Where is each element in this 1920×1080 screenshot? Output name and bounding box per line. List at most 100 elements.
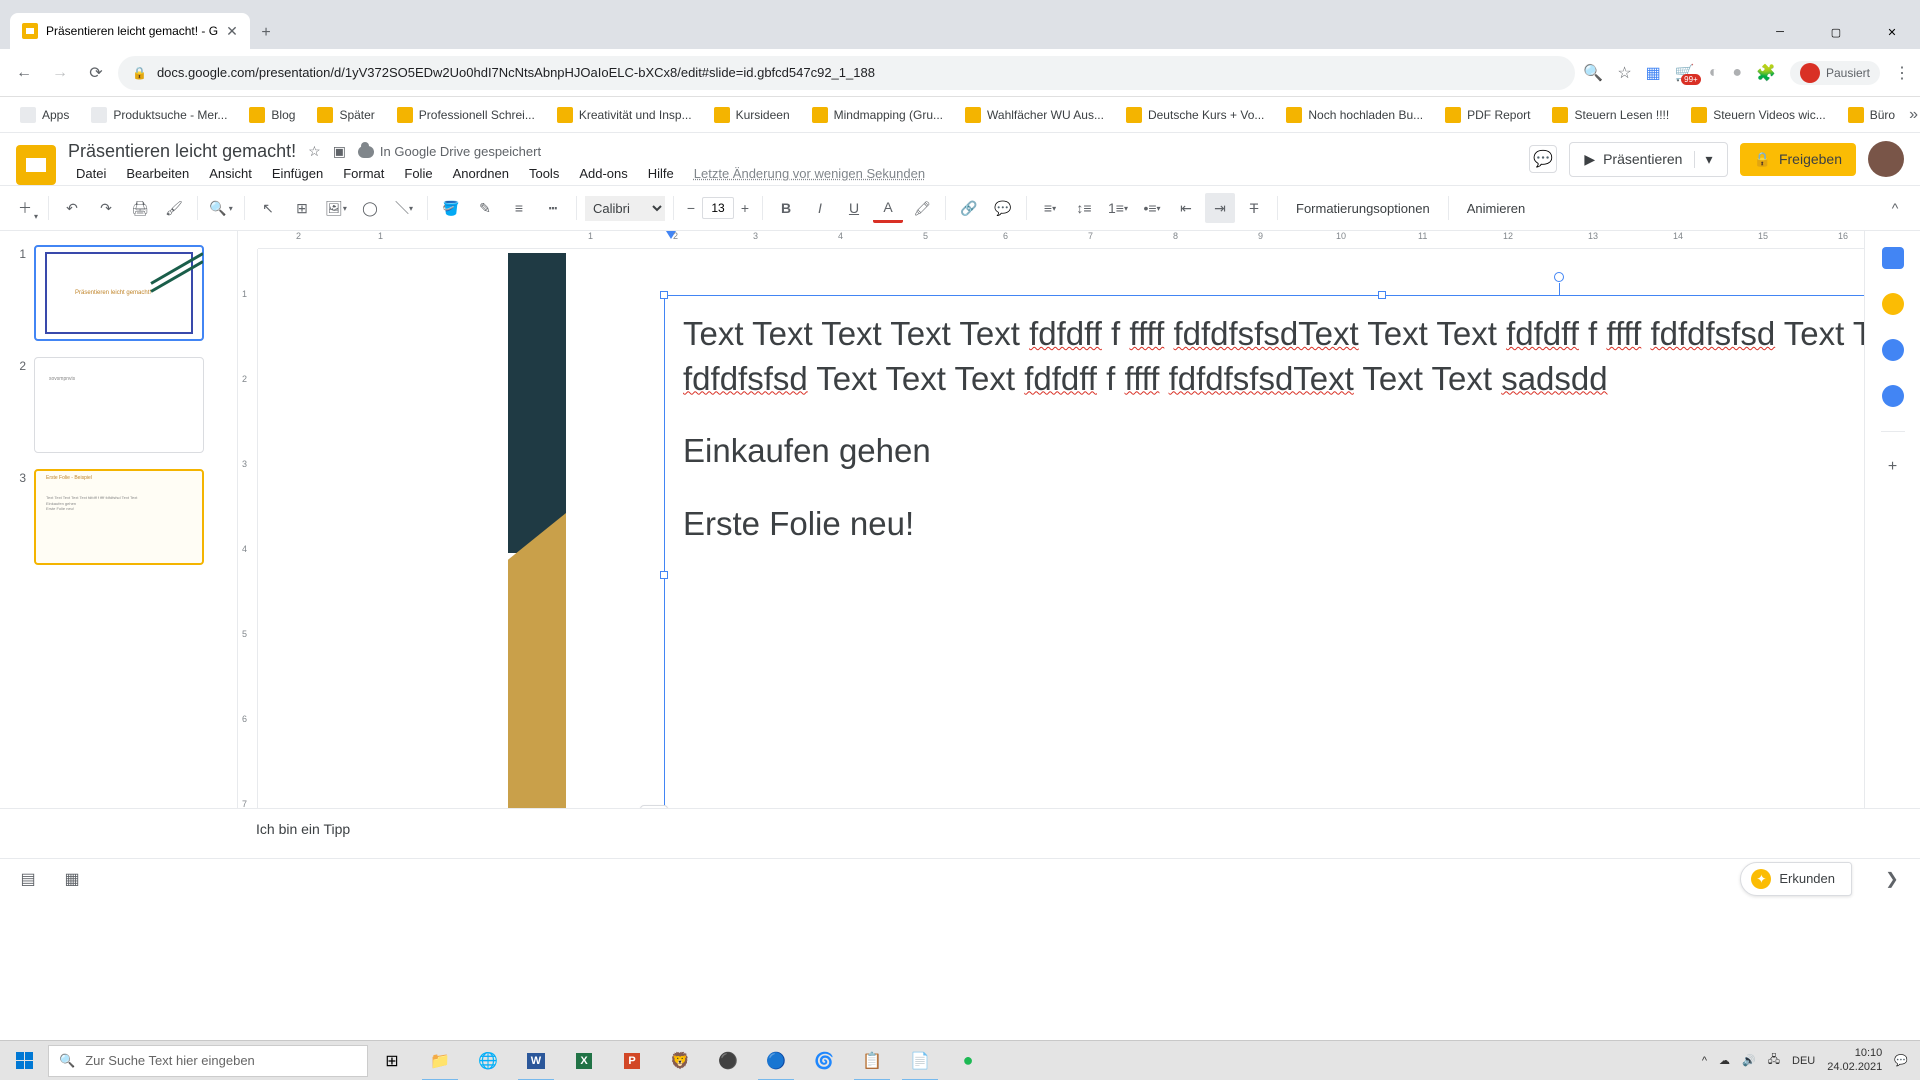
bookmark-item[interactable]: Wahlfächer WU Aus... [957,103,1112,127]
nav-back-button[interactable]: ← [10,59,38,87]
present-button[interactable]: ▶ Präsentieren ▾ [1569,142,1727,177]
slides-logo-icon[interactable] [16,145,56,185]
extension-icon[interactable]: 🛒 [1675,63,1695,83]
text-color-button[interactable]: A [873,193,903,223]
bookmark-item[interactable]: Kreativität und Insp... [549,103,700,127]
font-select[interactable]: Calibri [585,196,665,221]
move-icon[interactable]: ▣ [333,143,346,160]
brave-taskbar-icon[interactable]: 🦁 [656,1041,704,1080]
menu-anordnen[interactable]: Anordnen [445,164,517,183]
filmstrip-view-button[interactable]: ▤ [16,867,40,891]
add-addon-icon[interactable]: + [1882,456,1904,478]
extensions-menu-icon[interactable]: 🧩 [1756,63,1776,83]
profile-button[interactable]: Pausiert [1790,61,1880,85]
browser-tab[interactable]: Präsentieren leicht gemacht! - G ✕ [10,13,250,49]
menu-folie[interactable]: Folie [396,164,440,183]
task-view-button[interactable]: ⊞ [368,1041,416,1080]
resize-handle[interactable] [660,571,668,579]
window-maximize-button[interactable]: ▢ [1808,15,1864,49]
bookmark-item[interactable]: Später [309,103,382,127]
bookmark-item[interactable]: Büro [1840,103,1903,127]
bookmark-item[interactable]: Kursideen [706,103,798,127]
zoom-icon[interactable]: 🔍 [1583,63,1603,83]
font-size-input[interactable] [702,197,734,219]
tab-close-icon[interactable]: ✕ [226,23,238,40]
contacts-icon[interactable] [1882,385,1904,407]
window-close-button[interactable]: ✕ [1864,15,1920,49]
save-status[interactable]: In Google Drive gespeichert [358,144,541,159]
bold-button[interactable]: B [771,193,801,223]
bookmark-item[interactable]: Blog [241,103,303,127]
bookmark-item[interactable]: Professionell Schrei... [389,103,543,127]
language-indicator[interactable]: DEU [1792,1055,1815,1067]
taskbar-search[interactable]: 🔍 Zur Suche Text hier eingeben [48,1045,368,1077]
redo-button[interactable]: ↷ [91,193,121,223]
new-tab-button[interactable]: + [250,17,282,49]
bookmark-star-icon[interactable]: ☆ [1617,63,1631,83]
paint-format-button[interactable]: 🖌 [159,193,189,223]
format-options-button[interactable]: Formatierungsoptionen [1286,197,1440,220]
word-taskbar-icon[interactable]: W [512,1041,560,1080]
zoom-button[interactable]: 🔍▾ [206,193,236,223]
indent-increase-button[interactable]: ⇥ [1205,193,1235,223]
menu-datei[interactable]: Datei [68,164,114,183]
share-button[interactable]: 🔒 Freigeben [1740,143,1856,176]
bookmark-item[interactable]: Mindmapping (Gru... [804,103,951,127]
bookmark-item[interactable]: Noch hochladen Bu... [1278,103,1431,127]
next-button[interactable]: ❯ [1880,867,1904,891]
excel-taskbar-icon[interactable]: X [560,1041,608,1080]
grid-view-button[interactable]: ▦ [60,867,84,891]
user-avatar[interactable] [1868,141,1904,177]
onedrive-icon[interactable]: ☁ [1719,1054,1730,1067]
spotify-taskbar-icon[interactable]: ● [944,1041,992,1080]
tasks-icon[interactable] [1882,339,1904,361]
menu-hilfe[interactable]: Hilfe [640,164,682,183]
volume-icon[interactable]: 🔊 [1742,1054,1756,1067]
image-button[interactable]: 🖼▾ [321,193,351,223]
border-color-button[interactable]: ✎ [470,193,500,223]
resize-handle[interactable] [1378,291,1386,299]
rotate-handle[interactable] [1554,272,1564,282]
text-box-selected[interactable]: Text Text Text Text Text fdfdff f ffff f… [664,295,1864,808]
link-button[interactable]: 🔗 [954,193,984,223]
underline-button[interactable]: U [839,193,869,223]
select-tool-button[interactable]: ↖ [253,193,283,223]
bookmarks-overflow-icon[interactable]: » [1909,106,1918,124]
menu-tools[interactable]: Tools [521,164,567,183]
border-weight-button[interactable]: ≡ [504,193,534,223]
address-bar[interactable]: 🔒 docs.google.com/presentation/d/1yV372S… [118,56,1575,90]
animate-button[interactable]: Animieren [1457,197,1536,220]
bookmark-item[interactable]: PDF Report [1437,103,1538,127]
clear-formatting-button[interactable]: T [1239,193,1269,223]
start-button[interactable] [0,1041,48,1080]
extension-icon[interactable]: ◐ [1709,64,1719,82]
obs-taskbar-icon[interactable]: ⚫ [704,1041,752,1080]
menu-ansicht[interactable]: Ansicht [201,164,260,183]
explore-button[interactable]: ✦ Erkunden [1740,862,1852,896]
slide-thumbnail-1[interactable]: Präsentieren leicht gemacht! [34,245,204,341]
comments-button[interactable]: 💬 [1529,145,1557,173]
bookmark-item[interactable]: Produktsuche - Mer... [83,103,235,127]
present-dropdown-icon[interactable]: ▾ [1694,151,1712,168]
comment-button[interactable]: 💬 [988,193,1018,223]
slide-canvas-area[interactable]: 1 2 3 4 5 6 7 2 1 1 2 3 4 5 6 7 8 9 [238,231,1864,808]
textbox-button[interactable]: ⊞ [287,193,317,223]
collapse-toolbar-button[interactable]: ^ [1880,193,1910,223]
italic-button[interactable]: I [805,193,835,223]
star-icon[interactable]: ☆ [308,143,321,160]
bookmark-item[interactable]: Deutsche Kurs + Vo... [1118,103,1272,127]
edge-taskbar-icon[interactable]: 🌐 [464,1041,512,1080]
slide-thumbnail-2[interactable]: sovsmpnvis [34,357,204,453]
app-taskbar-icon[interactable]: 📋 [848,1041,896,1080]
browser-menu-icon[interactable]: ⋮ [1894,63,1910,83]
resize-handle[interactable] [660,291,668,299]
vertical-align-button[interactable]: ≡ [640,805,668,808]
chrome-taskbar-icon[interactable]: 🔵 [752,1041,800,1080]
calendar-icon[interactable] [1882,247,1904,269]
nav-reload-button[interactable]: ⟳ [82,59,110,87]
window-minimize-button[interactable]: ─ [1752,15,1808,49]
bookmark-item[interactable]: Steuern Lesen !!!! [1544,103,1677,127]
print-button[interactable]: 🖨 [125,193,155,223]
notepad-taskbar-icon[interactable]: 📄 [896,1041,944,1080]
border-dash-button[interactable]: ┅ [538,193,568,223]
